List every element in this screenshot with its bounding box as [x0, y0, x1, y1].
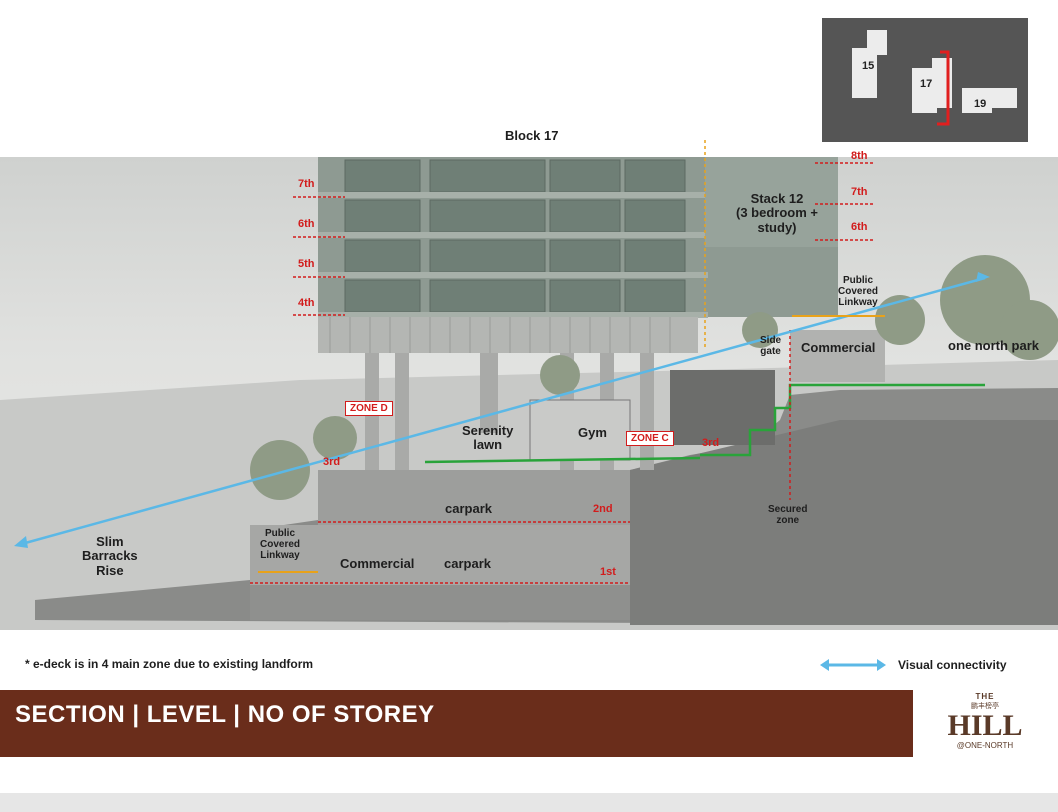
- carpark-lower-label: carpark: [444, 556, 491, 571]
- brand-logo: THE 鹏丰榜亭 HILL @ONE-NORTH: [935, 692, 1035, 756]
- slim-barracks-label: Slim Barracks Rise: [82, 534, 138, 578]
- floor-label-4-left: 4th: [298, 297, 315, 309]
- public-linkway-right-line-2: Covered: [838, 286, 879, 297]
- side-gate-line-1: Side: [760, 335, 782, 346]
- zone-d-label: ZONE D: [345, 401, 393, 416]
- public-linkway-right-line-1: Public: [843, 275, 874, 286]
- slide-title: SECTION | LEVEL | NO OF STOREY: [15, 701, 435, 728]
- floor-label-3-right: 3rd: [702, 437, 720, 449]
- stack-name: Stack 12: [750, 191, 804, 206]
- visual-connectivity-legend-icon: [820, 659, 886, 671]
- floor-label-8-right: 8th: [851, 150, 868, 162]
- floor-label-6-right: 6th: [851, 221, 868, 233]
- public-linkway-left-line-1: Public: [265, 528, 296, 539]
- side-gate-line-2: gate: [760, 346, 781, 357]
- one-north-park-label: one north park: [948, 338, 1040, 353]
- zone-c-label: ZONE C: [626, 431, 674, 446]
- key-plan-label-19: 19: [974, 98, 987, 110]
- public-linkway-left-line-2: Covered: [260, 539, 301, 550]
- slim-barracks-line-2: Barracks: [82, 548, 138, 564]
- side-gate-label: Side gate: [760, 335, 781, 357]
- slide: 15 17 19 Block 17 Stack 12 (3 bedroom + …: [0, 0, 1058, 812]
- secured-zone-line-1: Secured: [768, 504, 808, 515]
- commercial-lower-label: Commercial: [340, 556, 415, 571]
- floor-label-6-left: 6th: [298, 218, 315, 230]
- key-plan-label-15: 15: [862, 60, 875, 72]
- site-key-plan: 15 17 19: [822, 18, 1028, 142]
- logo-top: THE: [975, 692, 995, 701]
- floor-label-7-right: 7th: [851, 186, 868, 198]
- key-plan-label-17: 17: [920, 78, 933, 90]
- floor-label-2: 2nd: [593, 503, 613, 515]
- public-linkway-right-label: Public Covered Linkway: [838, 275, 878, 308]
- bottom-strip: [0, 793, 1058, 812]
- public-linkway-left-line-3: Linkway: [260, 550, 300, 561]
- commercial-upper-label: Commercial: [801, 340, 876, 355]
- stack-type-2: study): [757, 219, 797, 235]
- floor-label-5-left: 5th: [298, 258, 315, 270]
- serenity-lawn-label: Serenity lawn: [462, 423, 514, 453]
- public-linkway-left-label: Public Covered Linkway: [260, 528, 300, 561]
- floor-label-7-left: 7th: [298, 178, 315, 190]
- legend-label: Visual connectivity: [898, 658, 1007, 672]
- stack-label: Stack 12 (3 bedroom + study): [722, 191, 832, 235]
- carpark-upper-label: carpark: [445, 501, 492, 516]
- stack-type: (3 bedroom +: [736, 205, 818, 221]
- secured-zone-label: Secured zone: [768, 504, 807, 526]
- block-title: Block 17: [505, 128, 559, 143]
- floor-label-1: 1st: [600, 566, 616, 578]
- secured-zone-line-2: zone: [776, 515, 800, 526]
- slim-barracks-line-3: Rise: [96, 562, 124, 578]
- logo-main: HILL: [947, 709, 1023, 742]
- serenity-lawn-line-2: lawn: [473, 437, 503, 453]
- footnote: * e-deck is in 4 main zone due to existi…: [25, 657, 314, 671]
- floor-label-3-left: 3rd: [323, 456, 341, 468]
- gym-label: Gym: [578, 425, 607, 440]
- logo-sub: @ONE-NORTH: [956, 741, 1014, 750]
- slim-barracks-line-1: Slim: [96, 534, 124, 549]
- serenity-lawn-line-1: Serenity: [462, 423, 514, 438]
- public-linkway-right-line-3: Linkway: [838, 297, 878, 308]
